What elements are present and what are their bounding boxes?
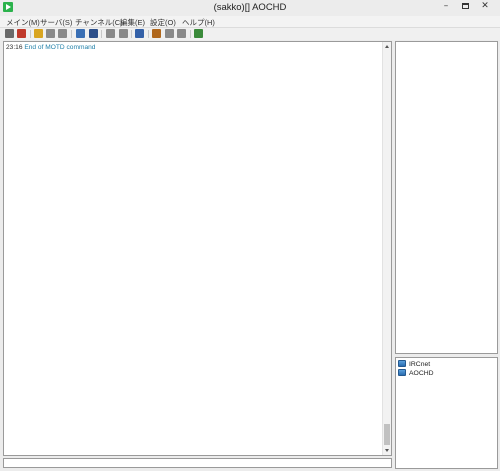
chat-scrollbar[interactable] — [382, 42, 391, 455]
op-icon[interactable] — [177, 29, 186, 38]
menu-server[interactable]: サーバ(S) — [40, 17, 72, 28]
mode-icon[interactable] — [135, 29, 144, 38]
log-icon[interactable] — [194, 29, 203, 38]
menu-settings[interactable]: 設定(O) — [150, 17, 176, 28]
log-timestamp: 23:16 — [6, 44, 23, 51]
menu-main[interactable]: メイン(M) — [6, 17, 40, 28]
scroll-thumb[interactable] — [384, 424, 390, 445]
scroll-up-icon[interactable] — [385, 45, 389, 48]
window-title: (sakko)[] AOCHD — [213, 2, 287, 13]
toolbar-divider — [148, 30, 149, 38]
scroll-down-icon[interactable] — [385, 449, 389, 452]
menu-edit[interactable]: 編集(E) — [120, 17, 145, 28]
toolbar-divider — [101, 30, 102, 38]
nick-list[interactable] — [395, 41, 498, 354]
chat-log[interactable]: 23:16 End of MOTD command — [3, 41, 392, 456]
message-input[interactable] — [3, 458, 392, 468]
channel-item-label: IRCnet — [409, 361, 431, 368]
close-button[interactable]: ✕ — [476, 0, 494, 13]
maximize-button[interactable] — [456, 0, 474, 13]
whois-icon[interactable] — [76, 29, 85, 38]
kick-icon[interactable] — [119, 29, 128, 38]
ban-icon[interactable] — [165, 29, 174, 38]
menu-bar: メイン(M) サーバ(S) チャンネル(C) 編集(E) 設定(O) ヘルプ(H… — [0, 16, 500, 28]
network-icon — [398, 369, 406, 376]
channel-part-icon[interactable] — [46, 29, 55, 38]
channel-list-icon[interactable] — [58, 29, 67, 38]
toolbar-divider — [190, 30, 191, 38]
channel-item[interactable]: IRCnet — [398, 360, 430, 369]
server-icon[interactable] — [5, 29, 14, 38]
log-message: End of MOTD command — [24, 44, 96, 51]
disconnect-icon[interactable] — [17, 29, 26, 38]
title-bar: (sakko)[] AOCHD – ✕ — [0, 0, 500, 16]
toolbar-divider — [30, 30, 31, 38]
channel-item-label: AOCHD — [409, 370, 434, 377]
minimize-button[interactable]: – — [437, 0, 455, 13]
menu-channel[interactable]: チャンネル(C) — [75, 17, 123, 28]
channel-item[interactable]: AOCHD — [398, 369, 434, 378]
channel-tree[interactable]: IRCnet AOCHD — [395, 357, 498, 469]
search-icon[interactable] — [152, 29, 161, 38]
toolbar-divider — [131, 30, 132, 38]
toolbar-divider — [71, 30, 72, 38]
query-icon[interactable] — [89, 29, 98, 38]
channel-join-icon[interactable] — [34, 29, 43, 38]
maximize-icon — [461, 2, 469, 9]
lock-icon[interactable] — [106, 29, 115, 38]
network-icon — [398, 360, 406, 367]
log-line: 23:16 End of MOTD command — [6, 44, 95, 51]
toolbar — [0, 28, 500, 40]
menu-help[interactable]: ヘルプ(H) — [182, 17, 215, 28]
